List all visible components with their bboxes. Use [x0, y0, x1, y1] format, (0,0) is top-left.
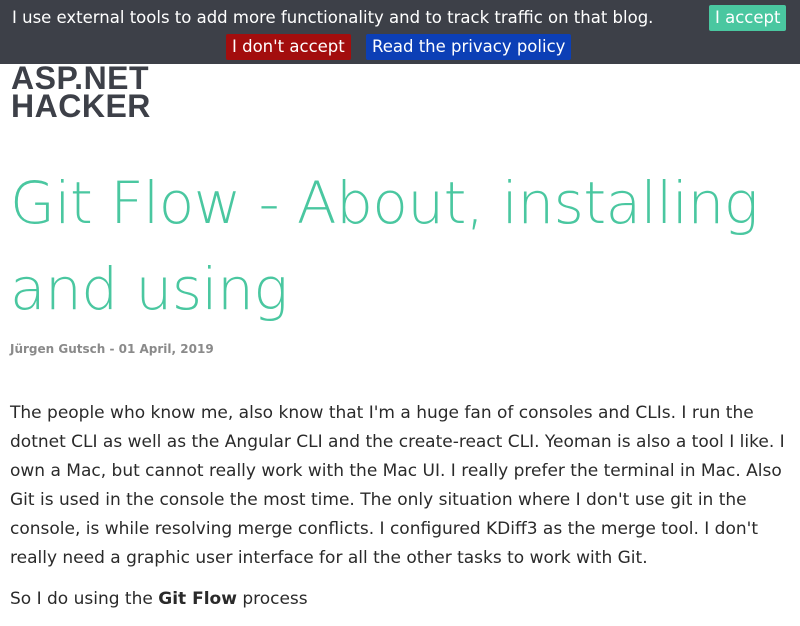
git-flow-emphasis: Git Flow — [158, 589, 237, 609]
cookie-banner: I use external tools to add more functio… — [0, 0, 800, 64]
accept-cookies-button[interactable]: I accept — [709, 5, 787, 31]
privacy-policy-link[interactable]: Read the privacy policy — [366, 34, 572, 60]
paragraph-text-end: process — [242, 589, 308, 609]
decline-cookies-button[interactable]: I don't accept — [226, 34, 351, 60]
post-title: Git Flow - About, installing and using — [10, 169, 759, 323]
post-paragraph: The people who know me, also know that I… — [10, 403, 785, 568]
post-meta: Jürgen Gutsch - 01 April, 2019 — [10, 342, 214, 356]
logo-line-2: HACKER — [11, 88, 151, 124]
paragraph-text: So I do using the — [10, 589, 153, 609]
site-logo[interactable]: ASP.NET HACKER — [11, 62, 151, 124]
post-body: The people who know me, also know that I… — [10, 399, 790, 626]
cookie-message: I use external tools to add more functio… — [12, 8, 654, 27]
cookie-banner-row: I use external tools to add more functio… — [0, 5, 800, 31]
